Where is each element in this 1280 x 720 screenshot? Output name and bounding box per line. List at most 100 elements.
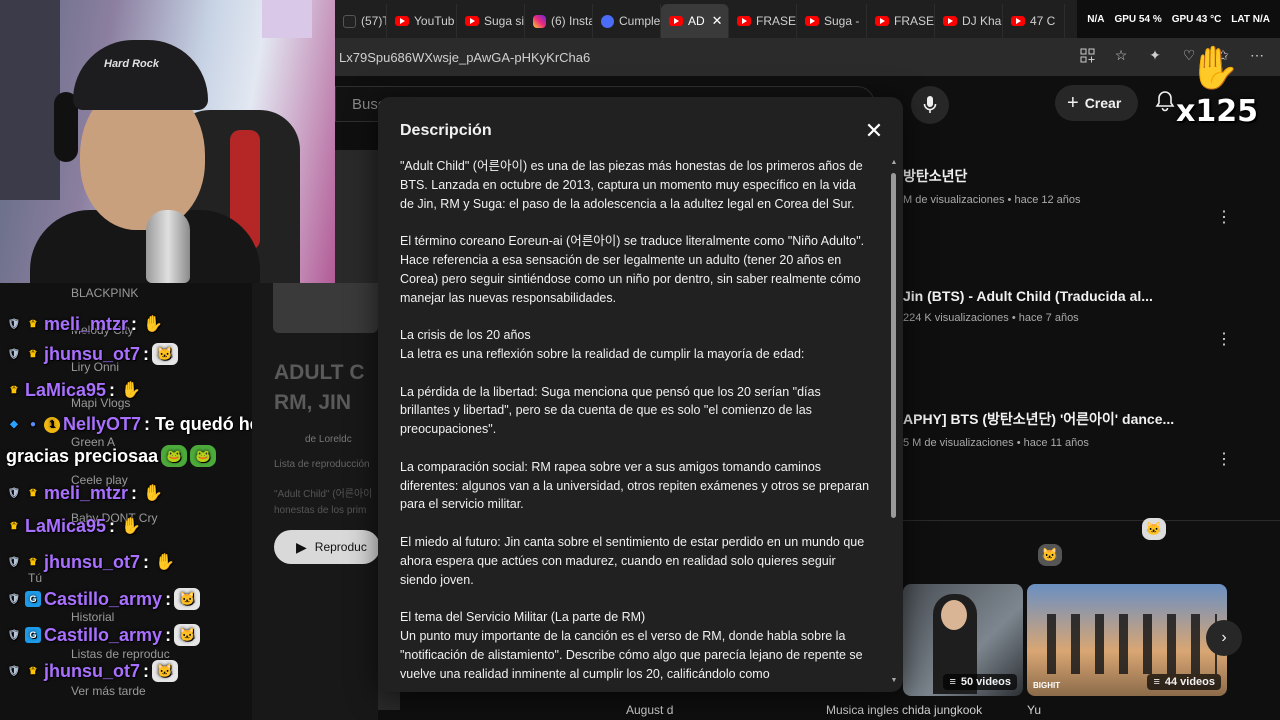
chat-username[interactable]: jhunsu_ot7: [44, 552, 140, 573]
chat-message: 🛡 ♛ jhunsu_ot7: 🐱: [6, 660, 179, 682]
chat-username[interactable]: NellyOT7: [63, 414, 141, 435]
chat-text: :: [165, 624, 172, 645]
playlist-thumb: [273, 283, 378, 333]
bell-icon: [1155, 91, 1175, 112]
more-actions-icon[interactable]: ⋮: [1216, 331, 1232, 349]
g-badge-icon: G: [25, 591, 41, 607]
cat-emote-icon: 🐱: [174, 588, 201, 610]
kiss-count: x125: [1176, 94, 1258, 129]
apps-icon[interactable]: [1078, 46, 1096, 64]
related-video[interactable]: APHY] BTS (방탄소년단) '어른아이' dance... 5 M de…: [903, 409, 1203, 449]
related-video[interactable]: 방탄소년단 M de visualizaciones • hace 12 año…: [903, 166, 1203, 206]
browser-tab[interactable]: Suga -: [797, 4, 867, 38]
crown-badge-icon: ♛: [9, 520, 19, 532]
browser-tab[interactable]: FRASES: [729, 4, 797, 38]
crown-badge-icon: ♛: [9, 384, 19, 396]
play-all-label: Reproduc: [314, 540, 367, 554]
notifications-button[interactable]: [1155, 90, 1175, 117]
hand-kiss-emote-icon: ✋: [143, 485, 163, 502]
frog-emote-icon: 🐸: [161, 445, 188, 467]
browser-tab[interactable]: DJ Khal: [935, 4, 1003, 38]
sidebar-item: Ver más tarde: [71, 684, 146, 698]
more-actions-icon[interactable]: ⋮: [1216, 451, 1232, 469]
screen: (57)TikT YouTub Suga si (6) Insta Cumple AD ✕ F…: [0, 0, 1280, 720]
address-bar[interactable]: Lx79Spu686WXwsje_pAwGA-pHKyKrCha6 ☆ ✦ ♡ …: [335, 38, 1280, 76]
chat-username[interactable]: LaMica95: [25, 516, 106, 537]
browser-tab[interactable]: (6) Insta: [525, 4, 593, 38]
browser-tab[interactable]: YouTub: [387, 4, 457, 38]
chat-username[interactable]: LaMica95: [25, 380, 106, 401]
scroll-down-arrow-icon[interactable]: ▼: [889, 677, 899, 684]
chat-message: 🛡 G Castillo_army: 🐱: [6, 588, 201, 610]
divider: [903, 520, 1280, 521]
instagram-icon: [533, 14, 546, 28]
shelf-next-button[interactable]: ›: [1206, 620, 1242, 656]
video-meta: 5 M de visualizaciones • hace 11 años: [903, 437, 1089, 449]
video-title[interactable]: APHY] BTS (방탄소년단) '어른아이' dance...: [903, 409, 1203, 429]
moderator-badge-icon: 🛡: [7, 665, 21, 677]
tab-label: AD: [688, 14, 705, 28]
dot-badge-icon: ●: [29, 419, 37, 430]
video-title[interactable]: 방탄소년단: [903, 166, 1203, 186]
more-actions-icon[interactable]: ⋮: [1216, 209, 1232, 227]
chat-text: :: [109, 515, 116, 536]
chat-text: :: [143, 343, 150, 364]
playlist-thumbnail[interactable]: ≡ 50 videos: [903, 584, 1023, 696]
microphone: [146, 210, 190, 283]
play-icon: ▶: [296, 538, 307, 555]
close-tab-icon[interactable]: ✕: [712, 13, 723, 29]
scroll-up-arrow-icon[interactable]: ▲: [889, 159, 899, 166]
scrollbar[interactable]: ▲ ▼: [889, 159, 899, 689]
playlist-icon: ≡: [949, 676, 956, 688]
browser-tab[interactable]: (57)TikT: [335, 4, 387, 38]
description-paragraph: El término coreano Eoreun-ai (어른아이) se t…: [400, 234, 865, 305]
url-text[interactable]: Lx79Spu686WXwsje_pAwGA-pHKyKrCha6: [339, 50, 590, 65]
chat-username[interactable]: Castillo_army: [44, 589, 162, 610]
star-icon[interactable]: ☆: [1112, 46, 1130, 64]
play-all-button[interactable]: ▶ Reproduc: [274, 530, 380, 564]
crown-badge-icon: ♛: [28, 487, 38, 499]
description-paragraph: El miedo al futuro: Jin canta sobre el s…: [400, 534, 865, 587]
kiss-counter-overlay: ✋ x125: [1174, 44, 1258, 134]
hand-kiss-icon: ✋: [1188, 44, 1241, 91]
browser-tab[interactable]: Suga si: [457, 4, 525, 38]
browser-tab[interactable]: FRASES: [867, 4, 935, 38]
chat-username[interactable]: meli_mtzr: [44, 314, 128, 335]
cat-emote-icon: 🐱: [152, 660, 179, 682]
chat-text: :: [131, 482, 138, 503]
hand-kiss-emote-icon: ✋: [121, 382, 141, 399]
video-title[interactable]: Jin (BTS) - Adult Child (Traducida al...: [903, 288, 1203, 304]
video-count: 50 videos: [960, 676, 1011, 688]
youtube-icon: [737, 16, 751, 26]
chat-username[interactable]: jhunsu_ot7: [44, 344, 140, 365]
chat-username[interactable]: Castillo_army: [44, 625, 162, 646]
tab-label: YouTub: [414, 14, 455, 28]
gem-badge-icon: ◆: [10, 419, 18, 430]
playlist-thumbnail[interactable]: BIGHIT ≡ 44 videos: [1027, 584, 1227, 696]
close-button[interactable]: ✕: [862, 119, 886, 143]
create-button[interactable]: + Crear: [1055, 85, 1138, 121]
scrollbar-thumb[interactable]: [891, 173, 896, 518]
sidebar-item: Tú: [28, 571, 43, 585]
moderator-badge-icon: 🛡: [7, 348, 21, 360]
gpu-temp-stat: GPU 43 °C: [1171, 13, 1222, 25]
shelf-title[interactable]: Yu: [1027, 703, 1041, 717]
shelf-title[interactable]: Musica ingles chida jungkook: [826, 703, 982, 717]
video-count-badge: ≡ 50 videos: [943, 674, 1017, 690]
voice-search-button[interactable]: [911, 86, 949, 124]
shelf-title[interactable]: August d: [626, 703, 673, 717]
chat-username[interactable]: jhunsu_ot7: [44, 661, 140, 682]
chat-username[interactable]: meli_mtzr: [44, 483, 128, 504]
related-video[interactable]: Jin (BTS) - Adult Child (Traducida al...…: [903, 288, 1203, 324]
chevron-right-icon: ›: [1221, 629, 1227, 646]
chat-message: ◆ ● 1NellyOT7: Te quedó hermosooo,: [6, 414, 252, 435]
browser-tab[interactable]: Cumple: [593, 4, 661, 38]
playlist-author[interactable]: de Loreldc: [305, 434, 352, 445]
browser-tab[interactable]: AD ✕: [661, 4, 729, 38]
dancers: [1047, 614, 1217, 674]
chat-text: :: [109, 379, 116, 400]
tab-label: DJ Khal: [962, 14, 1003, 28]
playlist-meta: Lista de reproducción: [274, 459, 370, 470]
browser-tab[interactable]: 47 C: [1003, 4, 1065, 38]
extensions-icon[interactable]: ✦: [1146, 46, 1164, 64]
